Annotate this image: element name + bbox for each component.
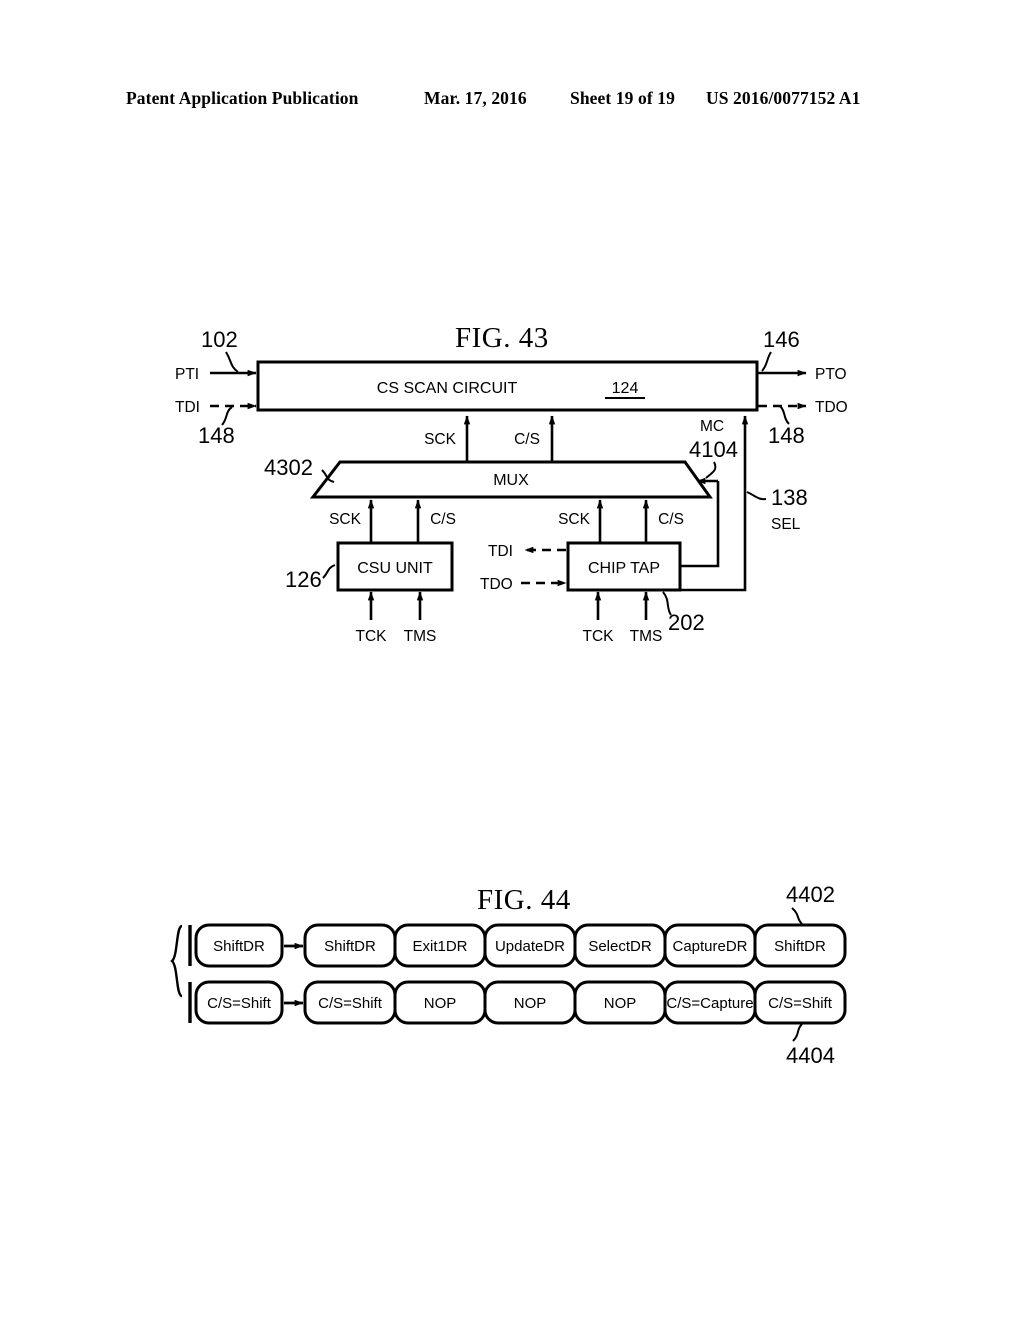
ref-202-leader xyxy=(662,591,672,616)
ref-4402-leader xyxy=(791,907,803,925)
cs-scan-circuit-label: CS SCAN CIRCUIT xyxy=(377,380,518,397)
signal-sck-tap: SCK xyxy=(558,511,591,528)
signal-sck-upper: SCK xyxy=(424,431,457,448)
ref-138: 138 xyxy=(771,485,808,510)
signal-tck-tap: TCK xyxy=(583,628,615,645)
fig44-row2-label: C/S=Shift xyxy=(768,995,833,1012)
ref-126: 126 xyxy=(285,567,322,592)
ref-4402: 4402 xyxy=(786,882,835,907)
ref-4104: 4104 xyxy=(689,437,738,462)
signal-mc-label: MC xyxy=(700,418,724,435)
fig44-row2-label: NOP xyxy=(424,995,457,1012)
signal-sck-csu: SCK xyxy=(329,511,362,528)
fig44-row1-label: CaptureDR xyxy=(672,938,747,955)
ref-4302: 4302 xyxy=(264,455,313,480)
fig44-row1: ShiftDR ShiftDR Exit1DR UpdateDR SelectD… xyxy=(194,923,847,968)
ref-146: 146 xyxy=(763,327,800,352)
port-pto-label: PTO xyxy=(815,366,847,383)
ref-202: 202 xyxy=(668,610,705,635)
signal-tms-csu: TMS xyxy=(404,628,437,645)
fig44-row2-label: C/S=Shift xyxy=(207,995,272,1012)
csu-unit-label: CSU UNIT xyxy=(357,560,433,577)
fig44-row1-label: ShiftDR xyxy=(213,938,265,955)
fig44-left-brace xyxy=(170,924,183,998)
ref-126-leader xyxy=(322,564,336,579)
signal-tck-csu: TCK xyxy=(356,628,388,645)
signal-cs-csu: C/S xyxy=(430,511,456,528)
port-tdi-label: TDI xyxy=(175,399,200,416)
signal-tms-tap: TMS xyxy=(630,628,663,645)
fig44-row2-label: C/S=Capture xyxy=(666,995,753,1012)
signal-sel-label: SEL xyxy=(771,516,801,533)
fig44-row1-label: SelectDR xyxy=(588,938,652,955)
ref-4404-leader xyxy=(792,1023,803,1042)
fig44-row1-label: ShiftDR xyxy=(774,938,826,955)
fig44-diagram: ShiftDR ShiftDR Exit1DR UpdateDR SelectD… xyxy=(170,882,847,1068)
fig44-row2-label: NOP xyxy=(604,995,637,1012)
fig44-row1-label: ShiftDR xyxy=(324,938,376,955)
fig44-row2: C/S=Shift C/S=Shift NOP NOP NOP C/S=Capt… xyxy=(194,980,847,1025)
mux-label: MUX xyxy=(493,472,529,489)
ref-4104-leader xyxy=(705,461,717,479)
chip-tap-tdi-label: TDI xyxy=(488,543,513,560)
port-pti-label: PTI xyxy=(175,366,199,383)
ref-138-leader xyxy=(746,491,767,501)
port-tdo-label: TDO xyxy=(815,399,848,416)
patent-page: Patent Application Publication Mar. 17, … xyxy=(0,0,1024,1320)
ref-148-right: 148 xyxy=(768,423,805,448)
ref-4404: 4404 xyxy=(786,1043,835,1068)
ref-102: 102 xyxy=(201,327,238,352)
fig44-row2-label: C/S=Shift xyxy=(318,995,383,1012)
cs-scan-circuit-ref: 124 xyxy=(612,380,639,397)
ref-146-leader xyxy=(761,351,772,372)
ref-102-leader xyxy=(225,351,239,373)
signal-cs-tap: C/S xyxy=(658,511,684,528)
fig44-row1-label: UpdateDR xyxy=(495,938,565,955)
signal-cs-upper: C/S xyxy=(514,431,540,448)
chip-tap-label: CHIP TAP xyxy=(588,560,660,577)
fig44-row2-label: NOP xyxy=(514,995,547,1012)
fig43-diagram: CS SCAN CIRCUIT 124 PTI TDI 102 148 PTO … xyxy=(175,327,848,645)
ref-148-right-leader xyxy=(779,405,790,425)
chip-tap-tdo-label: TDO xyxy=(480,576,513,593)
fig44-row1-label: Exit1DR xyxy=(412,938,467,955)
ref-148-left: 148 xyxy=(198,423,235,448)
